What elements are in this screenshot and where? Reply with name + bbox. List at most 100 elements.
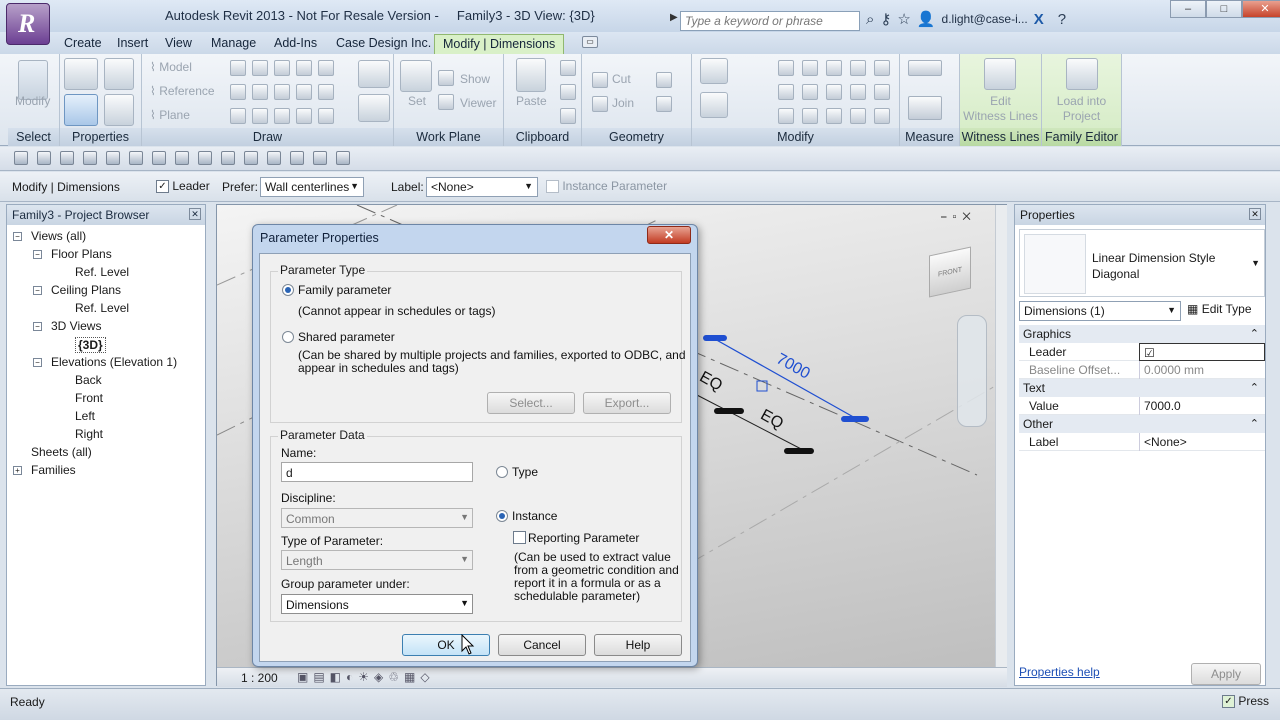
delete-icon[interactable] [874,108,890,124]
reporting-parameter-checkbox[interactable] [513,531,526,544]
load-into-project-icon[interactable] [1066,58,1098,90]
scale-icon[interactable] [778,108,794,124]
panel-geometry-label[interactable]: Geometry [582,128,691,146]
panel-properties-label[interactable]: Properties [60,128,141,146]
align-icon[interactable] [700,58,728,84]
vertical-scrollbar[interactable] [995,205,1007,667]
search-expand-icon[interactable]: ▶ [670,12,678,23]
browser-item[interactable]: {3D} [75,337,106,353]
partial-ellipse-icon[interactable] [252,108,268,124]
polygon-tool-icon[interactable] [274,60,290,76]
collapse-icon[interactable]: − [33,286,42,295]
press-drag-toggle[interactable]: ✓ Press [1222,694,1269,709]
type-of-parameter-select[interactable]: Length ▼ [281,550,473,570]
pin-icon[interactable] [874,84,890,100]
split-gap-icon[interactable] [874,60,890,76]
arc-start-end-icon[interactable] [230,84,246,100]
match-type-icon[interactable] [560,108,576,124]
help-icon[interactable]: ? [1058,11,1066,28]
discipline-select[interactable]: Common ▼ [281,508,473,528]
tab-add-ins[interactable]: Add-Ins [266,34,325,54]
panel-select-label[interactable]: Select [8,128,59,146]
join-label[interactable]: Join [612,96,634,110]
tab-view[interactable]: View [157,34,200,54]
collapse-icon[interactable]: − [33,250,42,259]
ribbon-minimize-icon[interactable]: ▭ [582,36,598,48]
reporting-parameter-label[interactable]: Reporting Parameter [528,532,639,545]
panel-modify-label[interactable]: Modify [692,128,899,146]
type-radio-label[interactable]: Type [512,466,538,479]
collapse-icon[interactable]: ⌃ [1250,417,1259,430]
unpin-icon[interactable] [850,108,866,124]
close-icon[interactable]: ✕ [189,208,201,220]
arc-center-icon[interactable] [252,84,268,100]
exchange-x-icon[interactable]: X [1034,11,1044,28]
draw-on-face-icon[interactable] [358,60,390,88]
browser-item[interactable]: Families [31,463,76,477]
pick-lines-icon[interactable] [274,108,290,124]
switch-windows-qat-icon[interactable] [313,151,327,165]
user-name[interactable]: d.light@case-i... [942,12,1028,26]
key-icon[interactable]: ⚷ [880,10,891,28]
expand-icon[interactable]: + [13,466,22,475]
viewcube[interactable]: FRONT [929,246,971,298]
draw-on-workplane-icon[interactable] [358,94,390,122]
browser-item[interactable]: Left [75,409,95,423]
customize-qat-icon[interactable] [336,151,350,165]
binoculars-icon[interactable]: ⌕ [866,11,874,28]
split-face-icon[interactable] [656,72,672,88]
name-input[interactable]: d [281,462,473,482]
type-selector[interactable]: Linear Dimension Style Diagonal ▼ [1019,229,1265,297]
panel-family-editor-label[interactable]: Family Editor [1042,128,1121,146]
modify-button-label[interactable]: Modify [15,94,50,108]
load-into-project-button[interactable]: Load into Project [1042,94,1121,124]
point-icon[interactable] [318,108,334,124]
family-types-icon[interactable] [104,58,134,90]
browser-item[interactable]: Ref. Level [75,301,129,315]
shared-parameter-label[interactable]: Shared parameter [298,331,395,344]
tag-qat-icon[interactable] [175,151,189,165]
open-icon[interactable] [14,151,28,165]
pick-faces-icon[interactable] [296,108,312,124]
close-button[interactable]: ✕ [1242,0,1280,18]
paste-label[interactable]: Paste [516,94,547,108]
properties-icon[interactable] [64,94,98,126]
paint-icon[interactable] [656,96,672,112]
ellipse-icon[interactable] [230,108,246,124]
browser-item[interactable]: Ceiling Plans [51,283,121,297]
browser-item[interactable]: Floor Plans [51,247,112,261]
instance-filter-select[interactable]: Dimensions (1) ▼ [1019,301,1181,321]
panel-work-plane-label[interactable]: Work Plane [394,128,503,146]
tab-manage[interactable]: Manage [203,34,264,54]
save-icon[interactable] [37,151,51,165]
tab-case-design[interactable]: Case Design Inc. [328,34,439,54]
leader-checkbox[interactable]: ✓ Leader [156,179,210,194]
show-label[interactable]: Show [460,72,490,86]
press-check-icon[interactable]: ✓ [1222,695,1235,709]
show-workplane-icon[interactable] [438,70,454,86]
trim-extend-icon[interactable] [826,84,842,100]
tab-modify-dimensions[interactable]: Modify | Dimensions [434,34,565,54]
edit-type-button[interactable]: ▦ Edit Type [1187,302,1252,316]
redo-icon[interactable] [106,151,120,165]
trim-multiple-icon[interactable] [826,108,842,124]
draw-reference-line[interactable]: ⌇ Reference [150,84,215,98]
select-button[interactable]: Select... [487,392,575,414]
fillet-arc-icon[interactable] [296,84,312,100]
favorites-star-icon[interactable]: ☆ [897,10,910,28]
family-parameter-radio[interactable] [282,284,294,296]
instance-parameter-checkbox[interactable]: Instance Parameter [546,179,667,194]
edit-witness-lines-icon[interactable] [984,58,1016,90]
viewer-label[interactable]: Viewer [460,96,496,110]
set-label[interactable]: Set [408,94,426,108]
collapse-icon[interactable]: ⌃ [1250,327,1259,340]
tab-create[interactable]: Create [56,34,110,54]
navigation-bar[interactable] [957,315,987,427]
aligned-dimension-icon[interactable] [908,96,942,120]
group-parameter-select[interactable]: Dimensions ▼ [281,594,473,614]
browser-item[interactable]: 3D Views [51,319,101,333]
collapse-icon[interactable]: − [13,232,22,241]
collapse-icon[interactable]: − [33,322,42,331]
measure-qat-icon[interactable] [129,151,143,165]
help-button[interactable]: Help [594,634,682,656]
